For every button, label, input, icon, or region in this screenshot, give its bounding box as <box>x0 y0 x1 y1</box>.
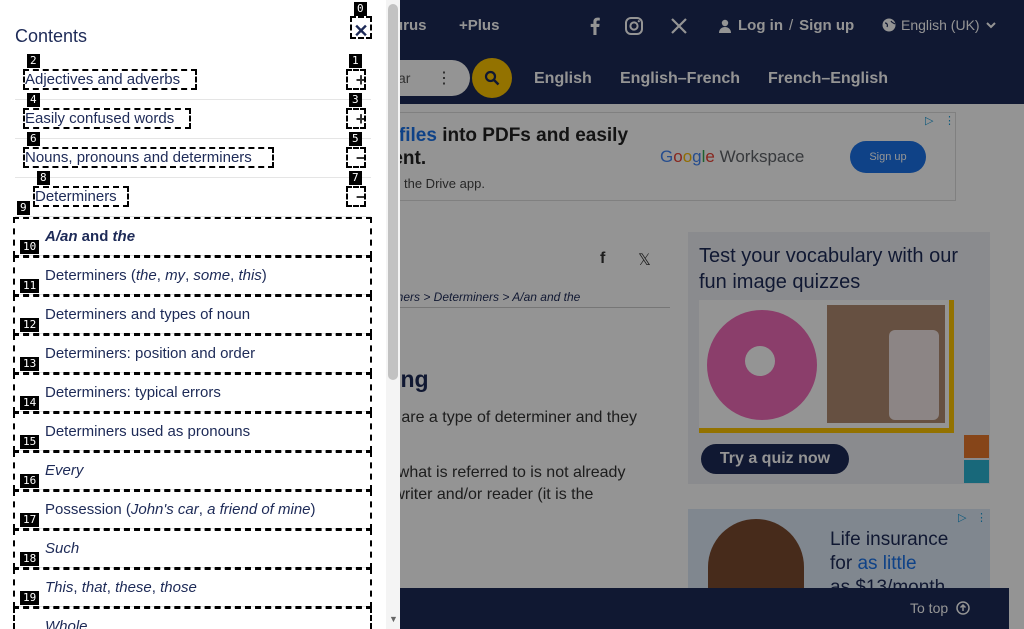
list-item[interactable]: Determiners (the, my, some, this) <box>15 256 371 295</box>
collapse-icon[interactable]: − <box>352 187 370 207</box>
annotation-label: 3 <box>349 93 362 107</box>
toc-section-label[interactable]: Adjectives and adverbs <box>25 71 180 88</box>
list-item-label[interactable]: Determiners (the, my, some, this) <box>45 267 267 284</box>
annotation-label: 4 <box>27 93 40 107</box>
list-item-label[interactable]: Whole <box>45 618 88 629</box>
list-item[interactable]: This, that, these, those <box>15 568 371 607</box>
annotation-label: 12 <box>20 318 40 332</box>
toc-section-label[interactable]: Nouns, pronouns and determiners <box>25 149 252 166</box>
annotation-label: 10 <box>20 240 40 254</box>
list-item-label[interactable]: Determiners: position and order <box>45 345 255 362</box>
close-button[interactable]: ✕ <box>350 20 372 42</box>
expand-icon[interactable]: + <box>352 109 370 129</box>
annotation-label: 9 <box>17 201 30 215</box>
list-item-label[interactable]: Every <box>45 462 83 479</box>
annotation-label: 7 <box>349 171 362 185</box>
list-item-label[interactable]: Such <box>45 540 79 557</box>
list-item-label[interactable]: Determiners and types of noun <box>45 306 250 323</box>
toc-section-label[interactable]: Easily confused words <box>25 110 174 127</box>
list-item[interactable]: Possession (John's car, a friend of mine… <box>15 490 371 529</box>
annotation-label: 8 <box>37 171 50 185</box>
list-item[interactable]: A/an and the <box>15 217 371 256</box>
list-item-label[interactable]: Determiners: typical errors <box>45 384 221 401</box>
annotation-label: 16 <box>20 474 40 488</box>
list-item-label[interactable]: This, that, these, those <box>45 579 197 596</box>
annotation-label: 13 <box>20 357 40 371</box>
annotation-label: 11 <box>20 279 40 293</box>
annotation-label: 19 <box>20 591 40 605</box>
toc-section-adjectives[interactable]: Adjectives and adverbs + <box>15 61 371 100</box>
annotation-label: 15 <box>20 435 40 449</box>
annotation-label: 14 <box>20 396 40 410</box>
annotation-label: 6 <box>27 132 40 146</box>
list-item[interactable]: Such <box>15 529 371 568</box>
annotation-label: 1 <box>349 54 362 68</box>
annotation-label: 18 <box>20 552 40 566</box>
toc-section-label[interactable]: Determiners <box>35 188 117 205</box>
list-item-label[interactable]: A/an and the <box>45 228 135 245</box>
scrollbar-thumb[interactable] <box>388 4 398 380</box>
annotation-label: 17 <box>20 513 40 527</box>
toc-section-determiners[interactable]: Determiners − <box>15 178 371 217</box>
drawer-title: Contents <box>15 26 88 46</box>
list-item[interactable]: Determiners: typical errors <box>15 373 371 412</box>
close-icon: ✕ <box>353 20 369 41</box>
list-item[interactable]: Determiners used as pronouns <box>15 412 371 451</box>
scroll-down-arrow-icon[interactable]: ▼ <box>389 614 398 624</box>
contents-drawer: Contents ✕ Adjectives and adverbs + Easi… <box>0 0 400 629</box>
annotation-label: 0 <box>354 2 367 16</box>
expand-icon[interactable]: + <box>352 70 370 90</box>
annotation-label: 5 <box>349 132 362 146</box>
list-item[interactable]: Whole <box>15 607 371 629</box>
list-item-label[interactable]: Determiners used as pronouns <box>45 423 250 440</box>
list-item[interactable]: Every <box>15 451 371 490</box>
toc-section-nouns[interactable]: Nouns, pronouns and determiners − <box>15 139 371 178</box>
toc-section-confused-words[interactable]: Easily confused words + <box>15 100 371 139</box>
collapse-icon[interactable]: − <box>352 148 370 168</box>
annotation-label: 2 <box>27 54 40 68</box>
list-item-label[interactable]: Possession (John's car, a friend of mine… <box>45 501 316 518</box>
list-item[interactable]: Determiners: position and order <box>15 334 371 373</box>
list-item[interactable]: Determiners and types of noun <box>15 295 371 334</box>
